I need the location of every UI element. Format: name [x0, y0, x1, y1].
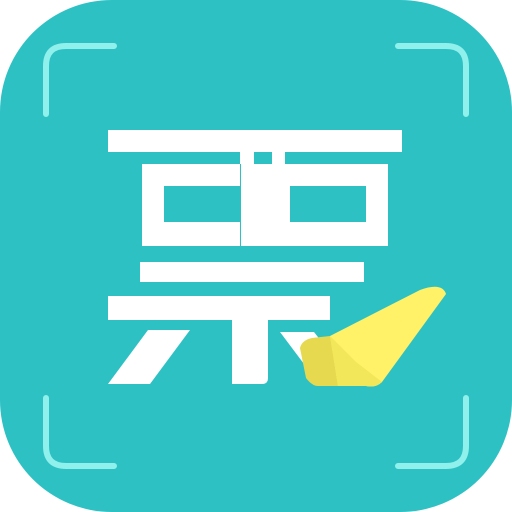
icon-background [0, 0, 512, 512]
app-icon[interactable] [0, 0, 512, 512]
app-icon-graphic [0, 0, 512, 512]
